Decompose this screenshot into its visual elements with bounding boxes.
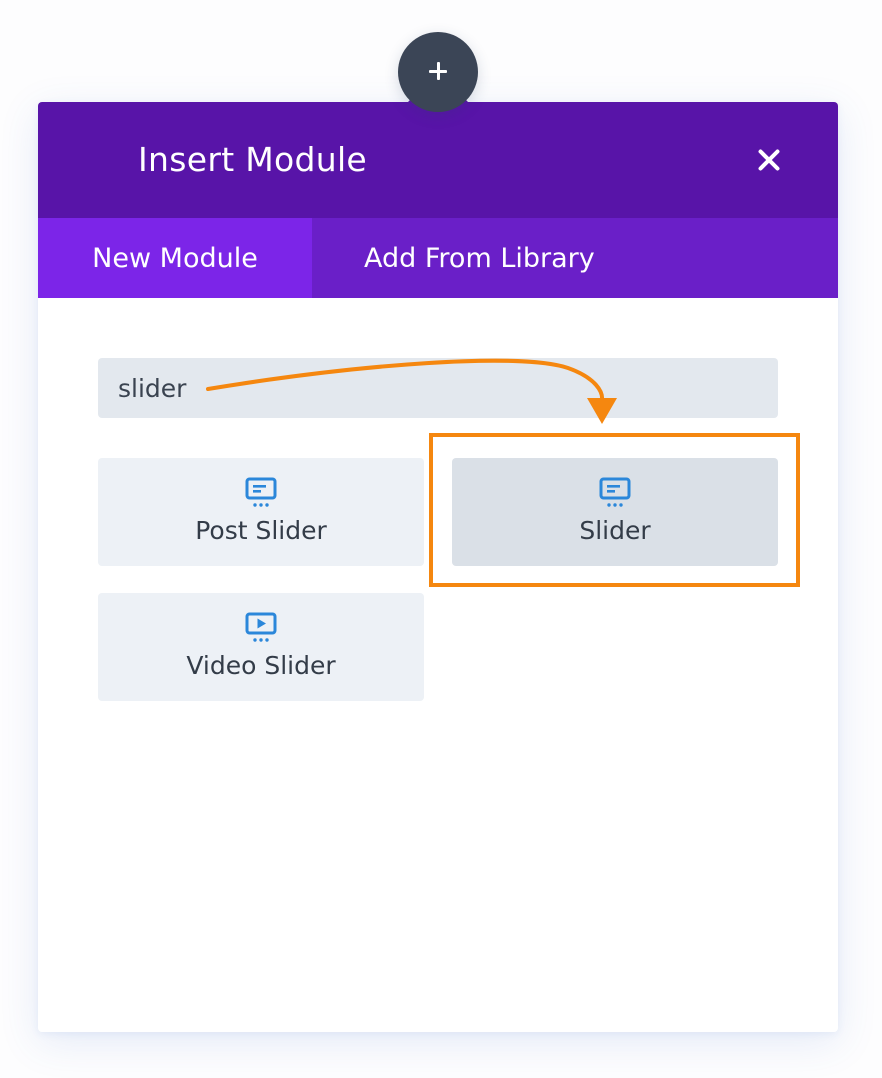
close-icon[interactable] bbox=[750, 140, 790, 180]
slider-icon bbox=[599, 477, 631, 507]
module-label: Video Slider bbox=[186, 651, 336, 680]
tab-new-module[interactable]: New Module bbox=[38, 218, 312, 298]
module-slider[interactable]: Slider bbox=[452, 458, 778, 566]
slider-icon bbox=[245, 477, 277, 507]
video-slider-icon bbox=[245, 612, 277, 642]
modal-tabs: New Module Add From Library bbox=[38, 218, 838, 298]
add-module-button[interactable] bbox=[398, 32, 478, 112]
tab-add-from-library[interactable]: Add From Library bbox=[312, 218, 595, 298]
module-video-slider[interactable]: Video Slider bbox=[98, 593, 424, 701]
module-label: Slider bbox=[579, 516, 651, 545]
page: Insert Module New Module Add From Librar… bbox=[0, 0, 882, 1078]
modal-header: Insert Module bbox=[38, 102, 838, 218]
insert-module-modal: Insert Module New Module Add From Librar… bbox=[38, 102, 838, 1032]
search-input[interactable] bbox=[98, 358, 778, 418]
modal-title: Insert Module bbox=[138, 140, 368, 179]
module-label: Post Slider bbox=[195, 516, 327, 545]
module-post-slider[interactable]: Post Slider bbox=[98, 458, 424, 566]
plus-icon bbox=[429, 62, 447, 80]
